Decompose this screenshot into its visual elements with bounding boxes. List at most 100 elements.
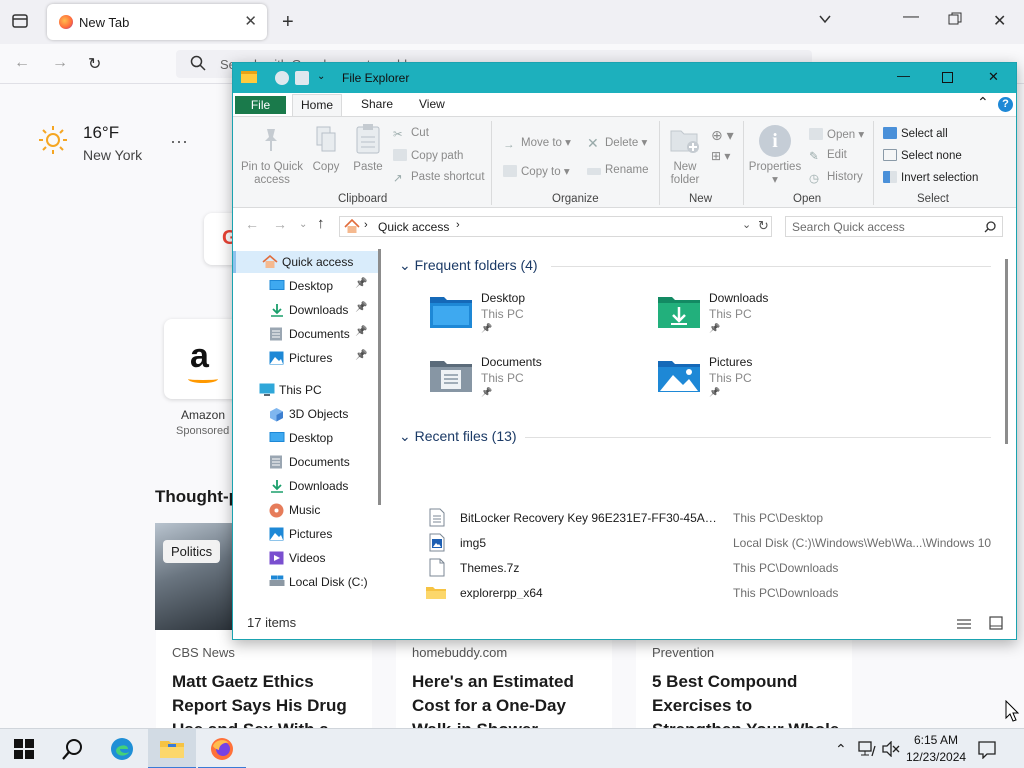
back-arrow-icon[interactable]: ← xyxy=(14,54,30,72)
clock-date[interactable]: 12/23/2024 xyxy=(906,750,966,764)
move-to-button[interactable]: → Move to ▾ xyxy=(503,135,571,151)
tab-file[interactable]: File xyxy=(235,96,286,114)
nav-item[interactable]: Pictures 📌 xyxy=(233,347,379,369)
nav-item[interactable]: 3D Objects xyxy=(233,403,379,425)
taskbar-file-explorer[interactable] xyxy=(148,729,196,768)
delete-button[interactable]: ✕ Delete ▾ xyxy=(587,135,647,151)
new-folder-button[interactable]: New folder xyxy=(663,161,707,187)
up-arrow-icon[interactable]: ↑ xyxy=(317,215,325,232)
rename-button[interactable]: Rename xyxy=(587,164,648,176)
browser-close-icon[interactable]: ✕ xyxy=(993,11,1006,31)
start-button[interactable] xyxy=(0,729,48,768)
open-button[interactable]: Open ▾ xyxy=(809,127,864,141)
weather-menu-icon[interactable]: ··· xyxy=(170,131,188,152)
nav-item[interactable]: Local Disk (C:) xyxy=(233,571,379,593)
new-folder-quick-icon[interactable] xyxy=(295,71,309,85)
new-tab-icon[interactable]: + xyxy=(282,11,294,34)
nav-item[interactable]: This PC xyxy=(233,379,379,401)
content-scrollbar[interactable] xyxy=(1005,259,1008,444)
refresh-icon[interactable]: ↻ xyxy=(758,218,769,234)
explorer-maximize-icon[interactable] xyxy=(942,71,953,86)
explorer-minimize-icon[interactable]: — xyxy=(897,68,910,83)
explorer-title-bar[interactable]: ⌄ File Explorer — ✕ xyxy=(233,63,1016,93)
history-button[interactable]: ◷ History xyxy=(809,171,863,185)
invert-selection-button[interactable]: Invert selection xyxy=(883,171,978,184)
frequent-folders-header[interactable]: ⌄ Frequent folders (4) xyxy=(399,257,538,274)
copy-button[interactable]: Copy xyxy=(307,161,345,174)
nav-item[interactable]: Documents xyxy=(233,451,379,473)
tab-list-chevron-icon[interactable] xyxy=(818,12,832,31)
frequent-folder-tile[interactable]: Desktop This PC 📌 xyxy=(429,289,629,345)
nav-item[interactable]: Downloads xyxy=(233,475,379,497)
shortcut-sponsored: Sponsored xyxy=(176,425,230,437)
select-none-button[interactable]: Select none xyxy=(883,149,962,162)
firefox-view-icon[interactable] xyxy=(11,12,29,35)
paste-shortcut-button[interactable]: ↗ Paste shortcut xyxy=(393,171,485,185)
nav-item[interactable]: Videos xyxy=(233,547,379,569)
explorer-back-icon[interactable]: ← xyxy=(245,216,259,232)
collapse-ribbon-chevron-icon[interactable]: ⌃ xyxy=(977,94,989,111)
nav-item[interactable]: Music xyxy=(233,499,379,521)
explorer-close-icon[interactable]: ✕ xyxy=(988,69,999,85)
recent-file-row[interactable]: BitLocker Recovery Key 96E231E7-FF30-45A… xyxy=(429,505,999,530)
forward-arrow-icon[interactable]: → xyxy=(52,54,68,72)
story-card[interactable]: Prevention 5 Best Compound Exercises to … xyxy=(636,630,852,763)
tab-view[interactable]: View xyxy=(419,97,445,111)
browser-tab[interactable]: New Tab ✕ xyxy=(47,4,267,40)
nav-item[interactable]: Documents 📌 xyxy=(233,323,379,345)
sun-icon xyxy=(39,126,67,154)
reload-icon[interactable]: ↻ xyxy=(88,54,101,74)
pin-to-quick-access-button[interactable]: Pin to Quick access xyxy=(237,161,307,187)
breadcrumb-separator-icon[interactable]: › xyxy=(456,219,460,231)
nav-item[interactable]: Pictures xyxy=(233,523,379,545)
minimize-icon[interactable]: — xyxy=(903,8,919,26)
taskbar-edge[interactable] xyxy=(98,729,146,768)
nav-item[interactable]: Desktop 📌 xyxy=(233,275,379,297)
frequent-folder-tile[interactable]: Pictures This PC 📌 xyxy=(657,353,857,409)
recent-file-row[interactable]: img5 Local Disk (C:)\Windows\Web\Wa...\Wi… xyxy=(429,530,999,555)
easy-access-icon[interactable]: ⊞ ▾ xyxy=(711,149,730,163)
recent-file-row[interactable]: explorerpp_x64 This PC\Downloads xyxy=(426,580,999,599)
large-icons-view-icon[interactable] xyxy=(989,616,1003,630)
details-view-icon[interactable] xyxy=(956,617,972,631)
search-box[interactable] xyxy=(785,216,1003,237)
select-all-button[interactable]: Select all xyxy=(883,127,948,140)
tab-close-icon[interactable]: ✕ xyxy=(244,12,257,30)
cut-button[interactable]: ✂ Cut xyxy=(393,127,429,141)
copy-to-button[interactable]: Copy to ▾ xyxy=(503,164,570,178)
properties-quick-icon[interactable] xyxy=(275,71,289,85)
search-input[interactable] xyxy=(792,219,977,234)
recent-files-header[interactable]: ⌄ Recent files (13) xyxy=(399,428,517,445)
breadcrumb-quick-access[interactable]: Quick access xyxy=(378,220,449,234)
volume-muted-icon[interactable] xyxy=(882,741,900,757)
address-dropdown-chevron-icon[interactable]: ⌄ xyxy=(742,218,751,231)
nav-item[interactable]: Downloads 📌 xyxy=(233,299,379,321)
properties-button[interactable]: Properties ▾ xyxy=(745,161,805,187)
taskbar-search-button[interactable] xyxy=(48,729,96,768)
nav-item[interactable]: Desktop xyxy=(233,427,379,449)
frequent-folder-tile[interactable]: Documents This PC 📌 xyxy=(429,353,629,409)
tab-share[interactable]: Share xyxy=(361,97,393,111)
explorer-forward-icon[interactable]: → xyxy=(273,216,287,232)
copy-path-button[interactable]: Copy path xyxy=(393,149,463,162)
show-hidden-icons-chevron-icon[interactable]: ⌃ xyxy=(835,741,847,758)
recent-file-row[interactable]: Themes.7z This PC\Downloads xyxy=(429,555,999,580)
recent-locations-chevron-icon[interactable]: ⌄ xyxy=(299,219,307,230)
new-item-icon[interactable]: ⊕ ▾ xyxy=(711,127,734,144)
notifications-icon[interactable] xyxy=(978,741,996,759)
quick-access-toolbar-chevron-icon[interactable]: ⌄ xyxy=(317,71,325,82)
story-card[interactable]: CBS News Matt Gaetz Ethics Report Says H… xyxy=(156,630,372,739)
address-bar[interactable]: › Quick access › ⌄ ↻ xyxy=(339,216,772,237)
story-card[interactable]: homebuddy.com Here's an Estimated Cost f… xyxy=(396,630,612,739)
restore-icon[interactable] xyxy=(948,12,962,31)
tab-home[interactable]: Home xyxy=(292,94,342,116)
paste-button[interactable]: Paste xyxy=(349,161,387,174)
network-icon[interactable] xyxy=(858,741,876,757)
frequent-folder-tile[interactable]: Downloads This PC 📌 xyxy=(657,289,857,345)
nav-item[interactable]: Quick access xyxy=(233,251,379,273)
clock-time[interactable]: 6:15 AM xyxy=(906,733,966,747)
edit-button[interactable]: ✎ Edit xyxy=(809,149,847,163)
navigation-scrollbar[interactable] xyxy=(378,249,381,505)
help-icon[interactable]: ? xyxy=(998,97,1013,112)
taskbar-firefox[interactable] xyxy=(198,729,246,768)
